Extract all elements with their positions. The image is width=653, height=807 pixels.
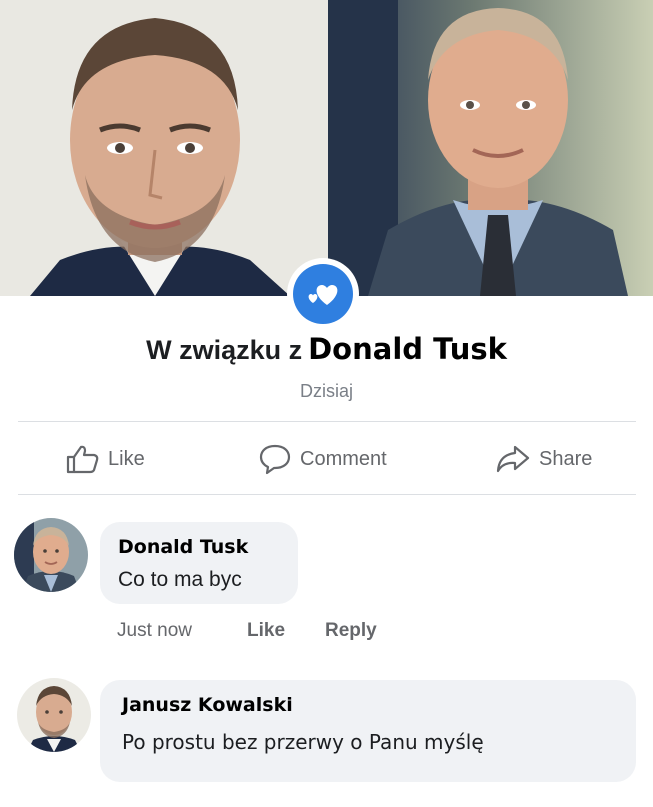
relationship-badge — [287, 258, 359, 330]
comment-author[interactable]: Janusz Kowalski — [122, 694, 293, 716]
comment-text: Po prostu bez przerwy o Panu myślę — [122, 730, 484, 754]
avatar-image — [14, 518, 88, 592]
divider-bottom — [18, 494, 636, 495]
comment-reply-link[interactable]: Reply — [325, 620, 377, 646]
post-date: Dzisiaj — [299, 381, 353, 401]
share-label: Share — [539, 447, 593, 470]
like-button[interactable]: Like — [66, 438, 145, 480]
comment-label: Comment — [300, 447, 387, 470]
relationship-status: W związku z Donald Tusk — [0, 332, 653, 366]
action-bar: Like Comment Share — [0, 438, 653, 480]
relationship-prefix: W związku z — [146, 335, 303, 365]
photo-donald-tusk — [328, 0, 653, 296]
comment-author[interactable]: Donald Tusk — [118, 536, 248, 558]
avatar-janusz-kowalski[interactable] — [17, 678, 91, 752]
comment-like-link[interactable]: Like — [247, 620, 285, 646]
profile-photos — [0, 0, 653, 296]
like-label: Like — [108, 447, 145, 470]
thumbs-up-icon — [66, 445, 99, 474]
portrait-man-beard — [0, 0, 328, 296]
comment-icon — [259, 444, 291, 475]
portrait-man-suit — [328, 0, 653, 296]
comment-text: Co to ma byc — [118, 568, 242, 591]
avatar-donald-tusk[interactable] — [14, 518, 88, 592]
share-button[interactable]: Share — [495, 438, 592, 480]
share-icon — [496, 445, 530, 473]
relationship-partner-name[interactable]: Donald Tusk — [308, 332, 507, 366]
divider-top — [18, 421, 636, 422]
avatar-image — [17, 678, 91, 752]
hearts-icon — [293, 264, 353, 324]
photo-janusz-kowalski — [0, 0, 328, 296]
comment-button[interactable]: Comment — [258, 438, 387, 480]
comment-timestamp: Just now — [117, 620, 192, 641]
